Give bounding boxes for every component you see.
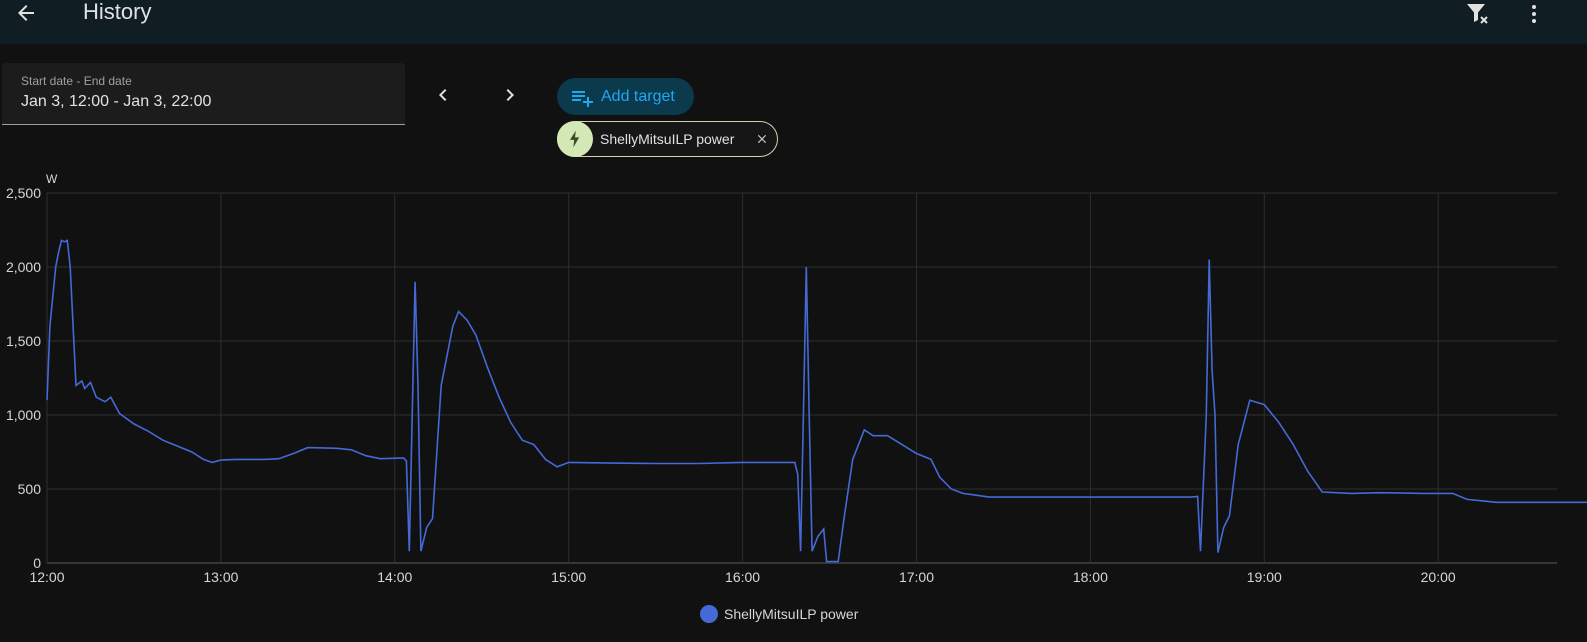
date-range-label: Start date - End date <box>21 74 132 88</box>
x-tick-label: 18:00 <box>1073 569 1108 585</box>
y-tick-label: 1,000 <box>6 407 41 423</box>
x-tick-label: 12:00 <box>29 569 64 585</box>
y-tick-label: 1,500 <box>6 333 41 349</box>
add-target-label: Add target <box>601 87 675 105</box>
x-axis-ticks: 12:00 13:00 14:00 15:00 16:00 17:00 18:00 19:00… <box>29 569 1455 585</box>
y-tick-label: 2,500 <box>6 185 41 201</box>
playlist-plus-icon <box>572 90 593 107</box>
remove-target-button[interactable] <box>754 131 770 147</box>
clear-filter-button[interactable] <box>1462 0 1494 30</box>
chevron-left-icon <box>439 89 447 101</box>
target-chip[interactable]: ShellyMitsuILP power <box>557 121 778 157</box>
x-tick-label: 15:00 <box>551 569 586 585</box>
x-tick-label: 17:00 <box>899 569 934 585</box>
y-tick-label: 2,000 <box>6 259 41 275</box>
close-icon <box>757 134 767 144</box>
date-range-value: Jan 3, 12:00 - Jan 3, 22:00 <box>21 93 212 110</box>
target-chip-label: ShellyMitsuILP power <box>600 131 735 147</box>
history-chart: W 05001,0001,5002,0002,500 12:00 13:00 14:… <box>6 172 1587 585</box>
x-tick-label: 19:00 <box>1247 569 1282 585</box>
chip-icon-badge <box>557 121 593 157</box>
more-options-button[interactable] <box>1518 0 1550 30</box>
chevron-right-icon <box>506 89 514 101</box>
add-target-button[interactable]: Add target <box>557 78 694 115</box>
x-tick-label: 13:00 <box>203 569 238 585</box>
top-app-bar: History <box>0 0 1587 44</box>
x-tick-label: 20:00 <box>1421 569 1456 585</box>
y-axis-label: W <box>46 172 58 186</box>
x-tick-label: 14:00 <box>377 569 412 585</box>
page-title: History <box>83 0 152 24</box>
lightning-bolt-icon <box>570 130 580 148</box>
x-tick-label: 16:00 <box>725 569 760 585</box>
arrow-left-icon <box>18 5 34 21</box>
y-axis-ticks: 05001,0001,5002,0002,500 <box>6 185 41 571</box>
chart-legend-item[interactable]: ShellyMitsuILP power <box>700 605 858 623</box>
previous-period-button[interactable] <box>427 79 459 111</box>
legend-color-dot <box>700 605 718 623</box>
back-button[interactable] <box>10 0 42 29</box>
filter-remove-icon <box>1467 4 1488 24</box>
series-line <box>46 239 1587 563</box>
next-period-button[interactable] <box>494 79 526 111</box>
y-tick-label: 500 <box>18 481 42 497</box>
date-range-picker[interactable]: Start date - End date Jan 3, 12:00 - Jan… <box>2 63 405 125</box>
legend-label: ShellyMitsuILP power <box>724 606 859 622</box>
dots-vertical-icon <box>1532 5 1536 23</box>
